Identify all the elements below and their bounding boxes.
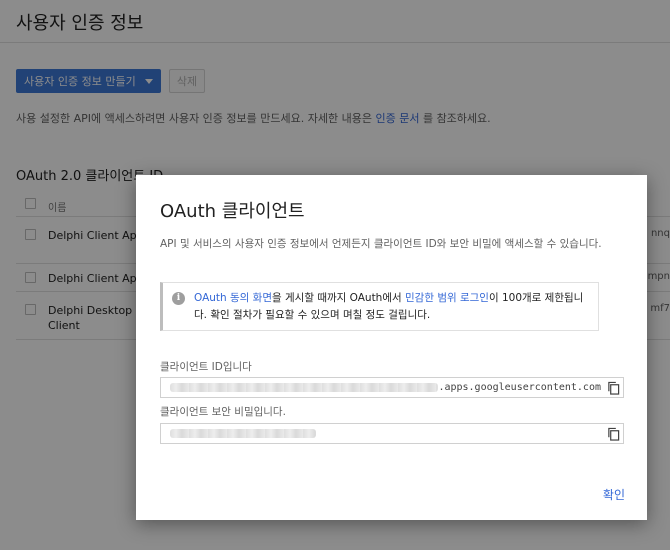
client-id-label: 클라이언트 ID입니다 (160, 361, 252, 373)
dialog-title: OAuth 클라이언트 (160, 201, 305, 222)
consent-screen-link[interactable]: OAuth 동의 화면 (194, 292, 272, 304)
redacted-client-id (170, 383, 438, 392)
client-secret-label: 클라이언트 보안 비밀입니다. (160, 406, 286, 418)
client-id-field[interactable]: .apps.googleusercontent.com (160, 377, 624, 398)
redacted-client-secret (170, 429, 316, 438)
info-icon: i (172, 292, 185, 305)
notice-text: OAuth 동의 화면을 게시할 때까지 OAuth에서 민감한 범위 로그인이… (194, 290, 594, 324)
notice-box: i OAuth 동의 화면을 게시할 때까지 OAuth에서 민감한 범위 로그… (160, 282, 599, 331)
dialog-description: API 및 서비스의 사용자 인증 정보에서 언제든지 클라이언트 ID와 보안… (160, 238, 602, 250)
client-id-suffix: .apps.googleusercontent.com (438, 382, 601, 393)
ok-button[interactable]: 확인 (603, 486, 625, 503)
notice-text-part1: 을 게시할 때까지 OAuth에서 (272, 292, 405, 304)
oauth-client-dialog: OAuth 클라이언트 API 및 서비스의 사용자 인증 정보에서 언제든지 … (136, 175, 647, 520)
client-secret-field[interactable] (160, 423, 624, 444)
copy-icon[interactable] (607, 381, 620, 395)
sensitive-scope-link[interactable]: 민감한 범위 로그인 (405, 292, 489, 304)
copy-icon[interactable] (607, 427, 620, 441)
